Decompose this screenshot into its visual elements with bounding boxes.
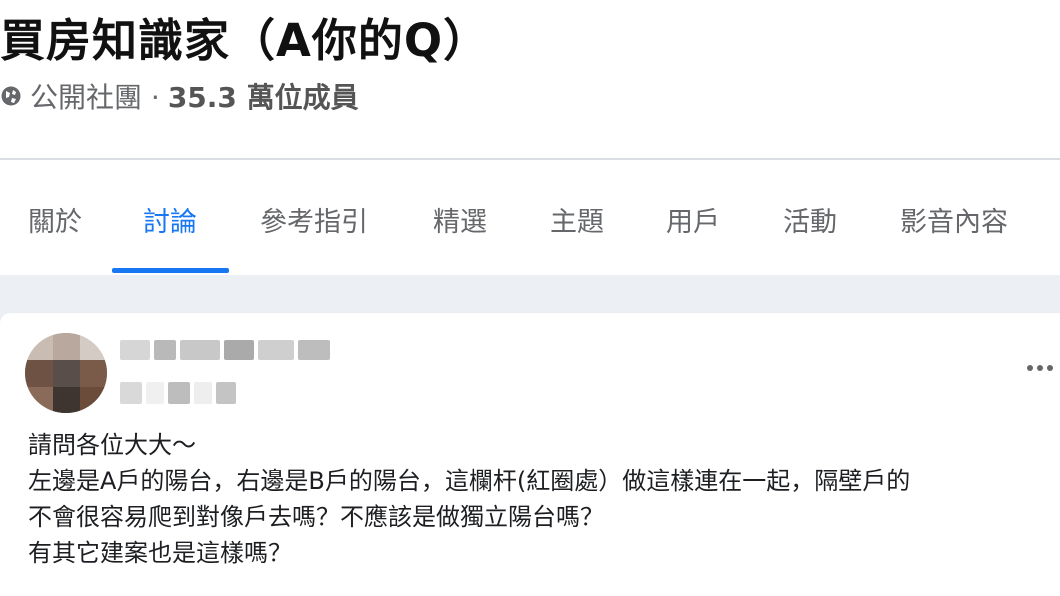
- group-meta: 公開社團 · 35.3 萬位成員: [0, 76, 359, 116]
- tab-media[interactable]: 影音內容: [900, 200, 1008, 239]
- active-tab-indicator: [112, 268, 229, 273]
- group-tabs: 關於 討論 參考指引 精選 主題 用戶 活動 影音內容: [0, 160, 1060, 275]
- avatar[interactable]: [25, 333, 107, 413]
- tab-guides[interactable]: 參考指引: [260, 200, 368, 239]
- tab-discussion[interactable]: 討論: [143, 200, 197, 239]
- more-horizontal-icon[interactable]: [1024, 358, 1060, 378]
- group-title[interactable]: 買房知識家（A你的Q）: [0, 4, 489, 69]
- tab-events[interactable]: 活動: [783, 200, 837, 239]
- post-line: 有其它建案也是這樣嗎？: [28, 539, 292, 567]
- group-page: 買房知識家（A你的Q） 公開社團 · 35.3 萬位成員 關於 討論 參考指引 …: [0, 0, 1060, 596]
- tab-topics[interactable]: 主題: [550, 200, 604, 239]
- tab-members[interactable]: 用戶: [666, 200, 720, 239]
- author-name-redacted[interactable]: [120, 340, 330, 360]
- globe-icon: [1, 86, 21, 106]
- post-timestamp-redacted[interactable]: [120, 382, 236, 404]
- tab-featured[interactable]: 精選: [433, 200, 487, 239]
- tab-about[interactable]: 關於: [28, 200, 82, 239]
- post-line: 左邊是A戶的陽台，右邊是B戶的陽台，這欄杆(紅圈處）做這樣連在一起，隔壁戶的: [28, 467, 911, 495]
- member-count[interactable]: 35.3 萬位成員: [168, 76, 359, 116]
- post-line: 請問各位大大～: [28, 431, 196, 459]
- post-line: 不會很容易爬到對像戶去嗎？不應該是做獨立陽台嗎？: [28, 503, 604, 531]
- post-body: 請問各位大大～ 左邊是A戶的陽台，右邊是B戶的陽台，這欄杆(紅圈處）做這樣連在一…: [28, 427, 910, 571]
- privacy-label[interactable]: 公開社團 ·: [30, 76, 160, 116]
